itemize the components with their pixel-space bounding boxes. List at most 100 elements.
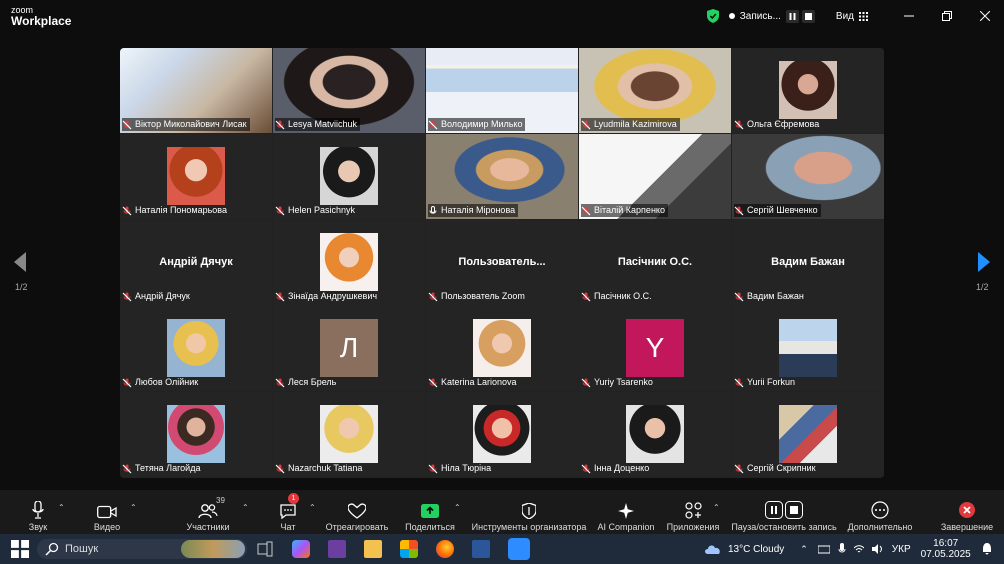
participants-options-chevron-icon[interactable]: ⌃ [242, 503, 249, 512]
clock[interactable]: 16:07 07.05.2025 [921, 538, 971, 560]
tray-overflow-chevron-icon[interactable]: ⌃ [800, 544, 808, 555]
language-indicator[interactable]: УКР [892, 544, 911, 555]
participant-avatar [626, 405, 684, 463]
participant-name: Володимир Милько [441, 119, 523, 129]
participant-tile[interactable]: Сергій Скрипник [732, 392, 884, 477]
participant-name-label: Lesya Matviichuk [275, 118, 361, 131]
participant-initial-avatar: Y [626, 319, 684, 377]
file-explorer-icon[interactable] [364, 540, 382, 558]
tray-microphone-icon[interactable] [838, 543, 846, 555]
participant-tile[interactable]: Lesya Matviichuk [273, 48, 425, 133]
previous-page-arrow-icon[interactable] [13, 252, 27, 272]
more-button[interactable]: Дополнительно [845, 490, 915, 534]
video-button[interactable]: Видео [90, 490, 124, 534]
participant-name: Наталія Пономарьова [135, 205, 227, 215]
participant-initial-avatar: Л [320, 319, 378, 377]
close-window-button[interactable] [966, 0, 1004, 32]
recording-label[interactable]: Запись... [740, 11, 781, 22]
task-view-icon[interactable] [256, 540, 274, 558]
participant-name: Пользователь Zoom [441, 291, 525, 301]
participant-tile[interactable]: Пасічник О.С. Пасічник О.С. [579, 220, 731, 305]
participant-tile[interactable]: Helen Pasichnyk [273, 134, 425, 219]
react-button[interactable]: Отреагировать [325, 490, 389, 534]
muted-microphone-icon [275, 292, 285, 301]
participant-tile[interactable]: Наталія Міронова [426, 134, 578, 219]
participant-name-label: Nazarchuk Tatiana [275, 462, 365, 475]
word-icon[interactable] [472, 540, 490, 558]
participant-avatar [473, 319, 531, 377]
participant-name: Наталія Міронова [441, 205, 516, 215]
participant-tile[interactable]: Y Yuriy Tsarenko [579, 306, 731, 391]
recording-dot-icon [728, 13, 735, 19]
windows-start-icon[interactable] [11, 540, 29, 558]
participant-tile[interactable]: Тетяна Лагойда [120, 392, 272, 477]
ai-companion-button[interactable]: AI Companion [597, 490, 655, 534]
participant-name: Nazarchuk Tatiana [288, 463, 363, 473]
participant-display-name: Пользователь... [458, 256, 546, 268]
participant-tile[interactable]: Сергій Шевченко [732, 134, 884, 219]
participant-tile[interactable]: Yurii Forkun [732, 306, 884, 391]
participant-tile[interactable]: Л Леся Брель [273, 306, 425, 391]
participant-name: Lesya Matviichuk [288, 119, 358, 129]
participant-tile[interactable]: Katerina Larionova [426, 306, 578, 391]
participant-name: Вадим Бажан [747, 291, 804, 301]
weather-text[interactable]: 13°C Cloudy [728, 544, 784, 555]
wifi-icon[interactable] [853, 544, 864, 554]
taskbar-search-box[interactable]: Пошук [37, 539, 247, 559]
share-options-chevron-icon[interactable]: ⌃ [454, 503, 461, 512]
video-options-chevron-icon[interactable]: ⌃ [130, 503, 137, 512]
participant-tile[interactable]: Андрій Дячук Андрій Дячук [120, 220, 272, 305]
pause-stop-recording-button[interactable]: Пауза/остановить запись [731, 490, 837, 534]
participants-icon [198, 504, 218, 519]
video-label: Видео [93, 522, 121, 532]
participant-tile[interactable]: Наталія Пономарьова [120, 134, 272, 219]
participant-tile[interactable]: Віктор Миколайович Лисак [120, 48, 272, 133]
participant-tile[interactable]: Nazarchuk Tatiana [273, 392, 425, 477]
view-label[interactable]: Вид [836, 11, 854, 22]
volume-icon[interactable] [871, 544, 884, 554]
audio-options-chevron-icon[interactable]: ⌃ [58, 503, 65, 512]
notification-bell-icon[interactable] [981, 543, 993, 555]
firefox-icon[interactable] [436, 540, 454, 558]
apps-button[interactable]: Приложения [665, 490, 721, 534]
search-icon [45, 542, 59, 556]
copilot-icon[interactable] [292, 540, 310, 558]
search-highlight-image [181, 540, 245, 558]
participant-tile[interactable]: Вадим Бажан Вадим Бажан [732, 220, 884, 305]
pause-recording-button[interactable] [785, 9, 799, 23]
participant-tile[interactable]: Володимир Милько [426, 48, 578, 133]
zoom-taskbar-icon[interactable] [508, 538, 530, 560]
stop-recording-button[interactable] [801, 9, 815, 23]
end-meeting-button[interactable]: Завершение [938, 490, 996, 534]
participant-name: Сергій Шевченко [747, 205, 818, 215]
restore-button[interactable] [928, 0, 966, 32]
participant-tile[interactable]: Ніла Тюріна [426, 392, 578, 477]
logo-bottom: Workplace [11, 14, 72, 28]
grid-view-icon[interactable] [859, 11, 868, 21]
pause-stop-recording-icon [765, 501, 803, 519]
chat-button[interactable]: 1 Чат [275, 490, 301, 534]
network-icon[interactable] [817, 544, 830, 554]
participants-button[interactable]: 39 Участники [183, 490, 233, 534]
participant-tile[interactable]: Ольга Єфремова [732, 48, 884, 133]
participant-tile[interactable]: Інна Доценко [579, 392, 731, 477]
apps-options-chevron-icon[interactable]: ⌃ [713, 503, 720, 512]
participant-tile[interactable]: Зінаїда Андрушкевич [273, 220, 425, 305]
participant-tile[interactable]: Любов Олійник [120, 306, 272, 391]
save-app-icon[interactable] [328, 540, 346, 558]
muted-microphone-icon [581, 292, 591, 301]
microsoft-store-icon[interactable] [400, 540, 418, 558]
participant-tile[interactable]: Пользователь... Пользователь Zoom [426, 220, 578, 305]
participant-tile[interactable]: Lyudmila Kazimirova [579, 48, 731, 133]
host-tools-button[interactable]: Инструменты организатора [471, 490, 587, 534]
encryption-shield-icon[interactable] [706, 9, 719, 23]
chat-options-chevron-icon[interactable]: ⌃ [309, 503, 316, 512]
next-page-arrow-icon[interactable] [977, 252, 991, 272]
share-screen-button[interactable]: Поделиться [404, 490, 456, 534]
participant-tile[interactable]: Віталій Карпенко [579, 134, 731, 219]
clock-time: 16:07 [933, 538, 959, 549]
minimize-button[interactable] [890, 0, 928, 32]
participant-avatar [167, 405, 225, 463]
participant-avatar [473, 405, 531, 463]
audio-button[interactable]: Звук [22, 490, 54, 534]
